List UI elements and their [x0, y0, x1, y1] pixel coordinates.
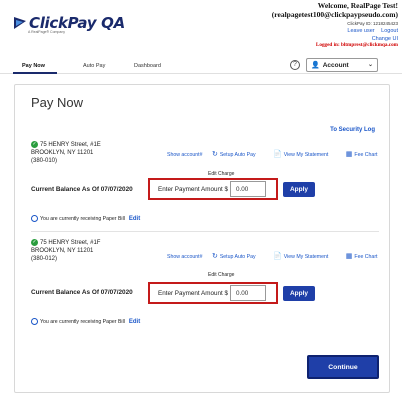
chart-icon: ▦	[345, 253, 353, 260]
address-line1: 75 HENRY Street, #1F	[40, 240, 101, 247]
show-account-link[interactable]: Show account#	[167, 152, 202, 158]
header: ClickPay QA A RealPage® Company Welcome,…	[0, 0, 402, 62]
address-line1: 75 HENRY Street, #1E	[40, 142, 101, 149]
document-icon: 📄	[273, 151, 282, 158]
payment-amount-input[interactable]	[230, 181, 266, 197]
setup-autopay-link[interactable]: ↻ Setup Auto Pay	[211, 253, 264, 260]
user-links: Leave user Logout	[272, 28, 398, 34]
check-circle-icon: ✓	[31, 239, 38, 246]
continue-button[interactable]: Continue	[307, 355, 379, 379]
refresh-icon: ↻	[211, 253, 218, 260]
document-icon: 📄	[273, 253, 282, 260]
user-email: (realpagetest100@clickpaypseudo.com)	[271, 9, 398, 19]
account-label: Account	[322, 61, 349, 69]
edit-charge-link[interactable]: Edit Charge	[208, 171, 234, 177]
current-balance-label: Current Balance As Of 07/07/2020	[31, 186, 133, 193]
apply-button[interactable]: Apply	[283, 286, 315, 301]
pay-now-card: Pay Now To Security Log ✓ 75 HENRY Street…	[14, 84, 390, 393]
fee-chart-link[interactable]: ▦ Fee Chart	[345, 151, 386, 158]
check-circle-icon: ✓	[31, 141, 38, 148]
chevron-down-icon: ⌄	[367, 62, 373, 68]
paper-bill-status: You are currently receiving Paper Bill E…	[31, 318, 140, 325]
paper-bill-text: You are currently receiving Paper Bill	[40, 318, 125, 325]
clickpay-logo-icon	[14, 17, 26, 29]
payment-amount-box: Enter Payment Amount $	[148, 282, 278, 304]
main-nav: Pay Now Auto Pay Dashboard ? 👤 Account ⌄	[0, 58, 402, 74]
edit-charge-link[interactable]: Edit Charge	[208, 272, 234, 278]
leave-user-link[interactable]: Leave user	[347, 28, 374, 34]
edit-paper-bill-link[interactable]: Edit	[129, 216, 140, 222]
paper-bill-status: You are currently receiving Paper Bill E…	[31, 215, 140, 222]
payment-amount-box: Enter Payment Amount $	[148, 178, 278, 200]
paper-bill-icon	[31, 318, 38, 325]
logged-in-text: Logged in: bltmprest@clickmqa.com	[315, 42, 398, 49]
show-account-link[interactable]: Show account#	[167, 254, 202, 260]
logout-link[interactable]: Logout	[381, 28, 398, 34]
tab-pay-now[interactable]: Pay Now	[22, 63, 45, 69]
clickpay-id: ClickPay ID: 1218245423	[347, 21, 398, 27]
divider	[31, 231, 379, 232]
payment-amount-label: Enter Payment Amount $	[158, 289, 229, 297]
fee-chart-link[interactable]: ▦ Fee Chart	[345, 253, 386, 260]
brand-subtitle: A RealPage® Company	[28, 30, 66, 34]
person-icon: 👤	[311, 62, 320, 69]
paper-bill-icon	[31, 215, 38, 222]
setup-autopay-link[interactable]: ↻ Setup Auto Pay	[211, 151, 264, 158]
chart-icon: ▦	[345, 151, 353, 158]
tab-auto-pay[interactable]: Auto Pay	[83, 63, 105, 69]
address-line3: (380-010)	[31, 158, 58, 165]
apply-button[interactable]: Apply	[283, 182, 315, 197]
current-balance-label: Current Balance As Of 07/07/2020	[31, 289, 133, 296]
refresh-icon: ↻	[211, 151, 218, 158]
view-statement-link[interactable]: 📄 View My Statement	[273, 151, 336, 158]
user-panel: Welcome, RealPage Test! (realpagetest100…	[271, 1, 398, 49]
tab-dashboard[interactable]: Dashboard	[134, 63, 161, 69]
payment-amount-label: Enter Payment Amount $	[158, 185, 229, 193]
help-icon[interactable]: ?	[290, 60, 300, 70]
page-title: Pay Now	[31, 95, 84, 110]
payment-amount-input[interactable]	[230, 285, 266, 301]
property-links: Show account# ↻ Setup Auto Pay 📄 View My S…	[167, 252, 394, 260]
view-statement-link[interactable]: 📄 View My Statement	[273, 253, 336, 260]
paper-bill-text: You are currently receiving Paper Bill	[40, 215, 125, 222]
account-dropdown[interactable]: 👤 Account ⌄	[306, 58, 378, 72]
security-log-link[interactable]: To Security Log	[330, 127, 375, 133]
active-tab-indicator	[13, 72, 57, 74]
edit-paper-bill-link[interactable]: Edit	[129, 319, 140, 325]
property-links: Show account# ↻ Setup Auto Pay 📄 View My S…	[167, 150, 394, 158]
